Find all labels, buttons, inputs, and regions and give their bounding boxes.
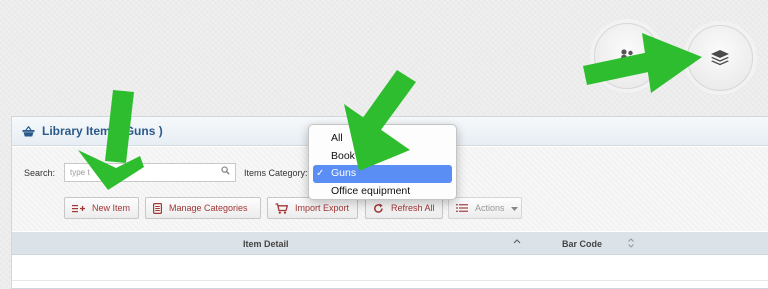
layers-icon <box>711 50 729 66</box>
caret-down-icon <box>510 203 518 213</box>
refresh-all-button[interactable]: Refresh All <box>365 197 443 219</box>
items-category-dropdown[interactable]: All Book ✓ Guns Office equipment <box>308 124 457 200</box>
checkmark-icon: ✓ <box>316 168 325 179</box>
manage-categories-label: Manage Categories <box>169 203 248 213</box>
basket-icon <box>22 125 35 136</box>
category-option-office-equipment[interactable]: Office equipment <box>313 183 452 201</box>
document-icon <box>153 202 162 214</box>
layers-button[interactable] <box>687 25 753 91</box>
import-export-button[interactable]: Import Export <box>267 197 358 219</box>
table-header: Item Detail Bar Code <box>12 232 768 255</box>
actions-dropdown-button[interactable]: Actions <box>448 197 522 219</box>
search-label: Search: <box>24 168 56 178</box>
add-list-icon <box>72 204 85 213</box>
sort-ascending-icon[interactable] <box>513 237 521 247</box>
search-input[interactable]: type t <box>64 163 236 182</box>
category-option-book[interactable]: Book <box>313 148 452 166</box>
people-icon <box>621 49 633 63</box>
column-bar-code[interactable]: Bar Code <box>562 239 602 249</box>
sort-icon[interactable] <box>627 237 635 249</box>
category-option-guns-label: Guns <box>331 167 357 179</box>
manage-categories-button[interactable]: Manage Categories <box>145 197 261 219</box>
panel-title: Library Items (Guns ) <box>42 124 163 138</box>
table-row <box>12 280 768 281</box>
items-category-label: Items Category: <box>244 168 308 178</box>
new-item-button[interactable]: New Item <box>64 197 139 219</box>
actions-label: Actions <box>475 203 505 213</box>
cart-icon <box>275 202 288 214</box>
new-item-label: New Item <box>92 203 131 213</box>
search-icon[interactable] <box>221 166 230 175</box>
column-item-detail[interactable]: Item Detail <box>243 239 289 249</box>
people-button[interactable] <box>594 23 660 89</box>
refresh-icon <box>373 203 384 214</box>
list-icon <box>456 203 468 213</box>
refresh-all-label: Refresh All <box>391 203 435 213</box>
category-option-all[interactable]: All <box>313 130 452 148</box>
import-export-label: Import Export <box>295 203 350 213</box>
category-option-guns[interactable]: ✓ Guns <box>313 165 452 183</box>
